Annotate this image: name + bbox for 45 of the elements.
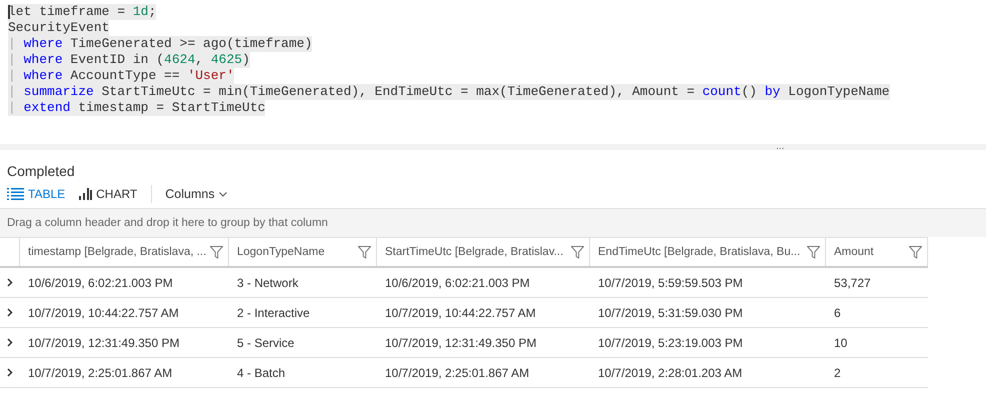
- text-cursor: [8, 5, 10, 19]
- list-icon: [7, 188, 24, 200]
- filter-icon[interactable]: [358, 246, 371, 258]
- table-cell: 10/6/2019, 6:02:21.003 PM: [28, 276, 173, 290]
- table-cell: 10/7/2019, 10:44:22.757 AM: [28, 306, 179, 320]
- columns-dropdown[interactable]: Columns: [165, 187, 227, 201]
- column-header[interactable]: StartTimeUtc [Belgrade, Bratislav...: [385, 246, 564, 258]
- column-header[interactable]: EndTimeUtc [Belgrade, Bratislava, Bu...: [598, 246, 800, 258]
- table-cell: 10/7/2019, 2:28:01.203 AM: [598, 366, 742, 380]
- table-cell: 3 - Network: [237, 276, 298, 290]
- table-cell: 2 - Interactive: [237, 306, 310, 320]
- chevron-down-icon: [218, 192, 227, 196]
- table-cell: 10/7/2019, 12:31:49.350 PM: [385, 336, 536, 350]
- filter-icon[interactable]: [909, 246, 922, 258]
- table-cell: 10/6/2019, 6:02:21.003 PM: [385, 276, 530, 290]
- table-cell: 5 - Service: [237, 336, 294, 350]
- bar-chart-icon: [79, 188, 92, 200]
- expand-chevron-icon[interactable]: [7, 308, 13, 317]
- column-header[interactable]: timestamp [Belgrade, Bratislava, ...: [28, 246, 206, 258]
- table-cell: 53,727: [834, 276, 871, 290]
- group-by-hint: Drag a column header and drop it here to group by that column: [7, 217, 328, 229]
- table-cell: 10/7/2019, 5:23:19.003 PM: [598, 336, 743, 350]
- filter-icon[interactable]: [807, 246, 820, 258]
- table-cell: 10/7/2019, 5:59:59.503 PM: [598, 276, 743, 290]
- expand-chevron-icon[interactable]: [7, 338, 13, 347]
- group-by-bar[interactable]: Drag a column header and drop it here to group by that column: [0, 208, 986, 237]
- table-cell: 10/7/2019, 10:44:22.757 AM: [385, 306, 536, 320]
- expand-chevron-icon[interactable]: [7, 278, 13, 287]
- table-cell: 10/7/2019, 2:25:01.867 AM: [28, 366, 172, 380]
- table-cell: 10/7/2019, 12:31:49.350 PM: [28, 336, 180, 350]
- status-text: Completed: [6, 162, 75, 180]
- table-cell: 10: [834, 336, 848, 350]
- column-header[interactable]: Amount: [834, 246, 874, 258]
- expand-chevron-icon[interactable]: [7, 368, 13, 377]
- table-cell: 10/7/2019, 2:25:01.867 AM: [385, 366, 530, 380]
- table-cell: 4 - Batch: [237, 366, 286, 380]
- column-header[interactable]: LogonTypeName: [237, 246, 325, 258]
- filter-icon[interactable]: [210, 246, 223, 258]
- view-tab[interactable]: TABLE: [7, 187, 66, 201]
- table-cell: 10/7/2019, 5:31:59.030 PM: [598, 306, 743, 320]
- table-cell: 2: [834, 366, 841, 380]
- table-cell: 6: [834, 306, 841, 320]
- splitter-handle[interactable]: ...: [776, 144, 784, 150]
- view-tab[interactable]: CHART: [79, 187, 138, 201]
- filter-icon[interactable]: [571, 246, 584, 258]
